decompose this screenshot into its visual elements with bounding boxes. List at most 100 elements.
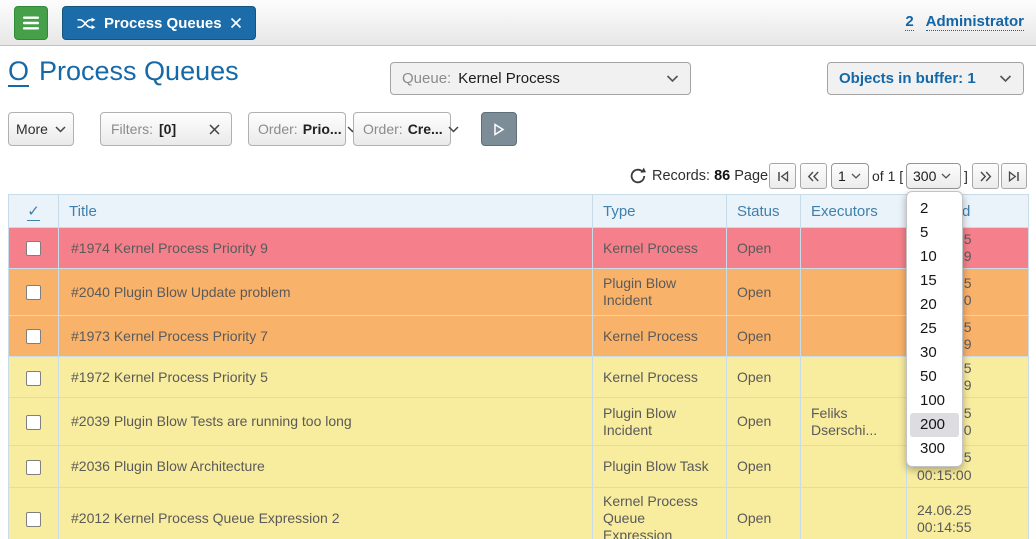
cell-type: Plugin Blow Task [593,446,727,487]
table-row[interactable]: #2036 Plugin Blow Architecture Plugin Bl… [9,446,1029,487]
next-page-button[interactable] [972,163,999,189]
page-size-dropdown: 25101520253050100200300 [906,191,963,467]
order-priority-value: Prio... [303,121,342,137]
cell-type: Kernel Process [593,316,727,357]
cell-title: #2012 Kernel Process Queue Expression 2 [59,487,593,539]
table-row[interactable]: #1973 Kernel Process Priority 7 Kernel P… [9,316,1029,357]
page-size-option[interactable]: 15 [907,269,962,293]
cell-type: Kernel Process [593,357,727,398]
order-created-select[interactable]: Order: Cre... [353,112,451,146]
cell-status: Open [727,487,801,539]
hamburger-icon [22,16,40,30]
page-size-option[interactable]: 10 [907,245,962,269]
page-size-option[interactable]: 25 [907,317,962,341]
cell-executors [801,269,907,316]
page-size-option[interactable]: 30 [907,341,962,365]
column-header-executors[interactable]: Executors [801,195,907,228]
order-created-label: Order: [363,121,403,137]
row-checkbox[interactable] [26,285,41,300]
page-size-select[interactable]: 300 [906,163,961,189]
filters-count: [0] [159,121,176,137]
cell-title: #2036 Plugin Blow Architecture [59,446,593,487]
cell-type: Plugin Blow Incident [593,398,727,446]
order-created-value: Cre... [408,121,443,137]
page-size-option[interactable]: 200 [910,413,959,437]
refresh-icon [628,166,648,186]
cell-status: Open [727,228,801,269]
main-menu-button[interactable] [14,6,48,40]
notification-count-link[interactable]: 2 [905,13,913,31]
page-title: O Process Queues [8,56,239,87]
tab-label: Process Queues [104,15,222,32]
next-page-icon [978,170,993,183]
table-row[interactable]: #2040 Plugin Blow Update problem Plugin … [9,269,1029,316]
queue-select[interactable]: Queue: Kernel Process [390,62,691,95]
cell-title: #2039 Plugin Blow Tests are running too … [59,398,593,446]
more-button-label: More [16,121,48,137]
tab-process-queues[interactable]: Process Queues [62,6,256,40]
table-row[interactable]: #2039 Plugin Blow Tests are running too … [9,398,1029,446]
page-size-value: 300 [913,168,936,184]
bracket-close-text: ] [964,168,968,184]
process-queue-table: ✓ Title Type Status Executors Created #1… [8,194,1029,539]
table-header-row: ✓ Title Type Status Executors Created [9,195,1029,228]
more-button[interactable]: More [8,112,74,146]
object-type-icon: O [8,57,29,87]
clear-filters-icon[interactable] [208,123,221,136]
run-button[interactable] [481,112,517,146]
page-count-text: of 1 [ [872,168,903,184]
chevron-down-icon [55,126,66,133]
page-size-option[interactable]: 2 [907,197,962,221]
filters-label: Filters: [111,121,153,137]
objects-in-buffer-select[interactable]: Objects in buffer: 1 [827,62,1024,95]
cell-title: #1972 Kernel Process Priority 5 [59,357,593,398]
cell-type: Kernel Process Queue Expression [593,487,727,539]
records-value: 86 [714,168,730,184]
cell-title: #1974 Kernel Process Priority 9 [59,228,593,269]
first-page-button[interactable] [769,163,796,189]
cell-status: Open [727,446,801,487]
cell-title: #2040 Plugin Blow Update problem [59,269,593,316]
select-all-header[interactable]: ✓ [9,195,59,228]
chevron-down-icon [666,75,679,83]
cell-executors [801,316,907,357]
row-checkbox[interactable] [26,329,41,344]
close-tab-icon[interactable] [230,17,242,29]
table-row[interactable]: #2012 Kernel Process Queue Expression 2 … [9,487,1029,539]
filters-button[interactable]: Filters: [0] [100,112,232,146]
row-checkbox[interactable] [26,512,41,527]
page-size-option[interactable]: 20 [907,293,962,317]
page-size-option[interactable]: 100 [907,389,962,413]
column-header-type[interactable]: Type [593,195,727,228]
row-checkbox[interactable] [26,460,41,475]
select-all-check: ✓ [27,203,40,221]
chevron-down-icon [851,173,861,179]
cell-status: Open [727,398,801,446]
column-header-status[interactable]: Status [727,195,801,228]
table-row[interactable]: #1972 Kernel Process Priority 5 Kernel P… [9,357,1029,398]
cell-executors [801,487,907,539]
first-page-icon [776,170,790,183]
previous-page-button[interactable] [800,163,827,189]
column-header-title[interactable]: Title [59,195,593,228]
row-checkbox[interactable] [26,241,41,256]
user-name-link[interactable]: Administrator [926,13,1024,31]
page-size-option[interactable]: 5 [907,221,962,245]
refresh-button[interactable] [628,166,648,186]
cell-status: Open [727,357,801,398]
last-page-button[interactable] [1001,163,1027,189]
current-page-select[interactable]: 1 [831,163,869,189]
page-size-option[interactable]: 300 [907,437,962,461]
cell-created: 24.06.25 00:14:55 [907,487,1029,539]
row-checkbox[interactable] [26,415,41,430]
row-checkbox[interactable] [26,371,41,386]
cell-executors [801,357,907,398]
cell-executors [801,228,907,269]
shuffle-icon [76,17,96,30]
order-priority-select[interactable]: Order: Prio... [248,112,346,146]
page-title-text: Process Queues [39,56,239,87]
last-page-icon [1007,170,1021,183]
table-row[interactable]: #1974 Kernel Process Priority 9 Kernel P… [9,228,1029,269]
order-priority-label: Order: [258,121,298,137]
page-size-option[interactable]: 50 [907,365,962,389]
